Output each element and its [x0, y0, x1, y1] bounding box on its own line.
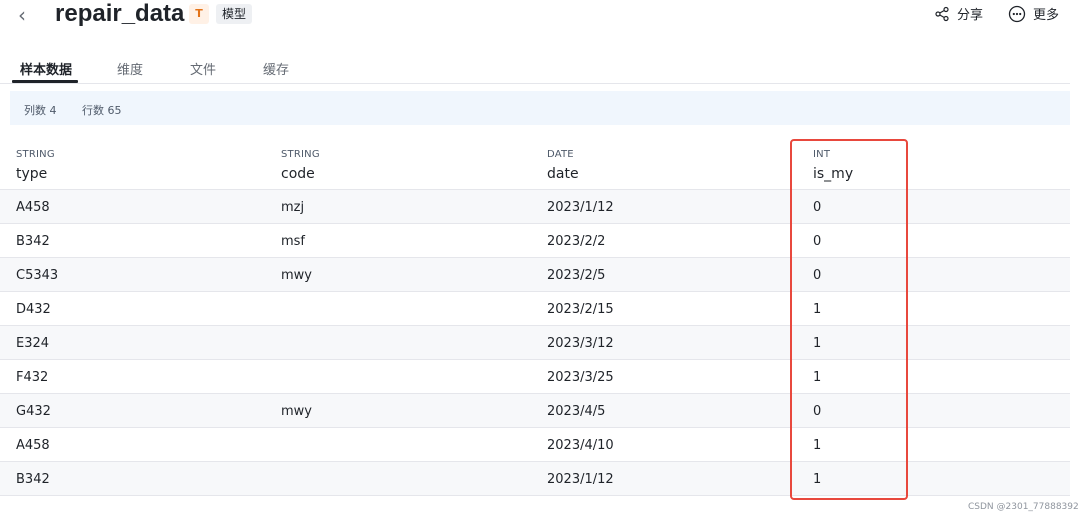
table-cell: 2023/1/12: [547, 472, 614, 487]
table-info-bar: 列数 4 行数 65: [10, 91, 1070, 125]
table-cell: 0: [813, 268, 822, 283]
tab-sample-data[interactable]: 样本数据: [20, 59, 72, 78]
tab-cache[interactable]: 缓存: [263, 59, 289, 78]
share-label: 分享: [957, 8, 984, 23]
table-cell: msf: [281, 234, 306, 249]
tab-bar: 样本数据 维度 文件 缓存: [0, 52, 1070, 84]
table-header: STRING type STRING code DATE date INT is…: [0, 140, 1070, 190]
column-type: DATE: [547, 149, 574, 160]
table-cell: 1: [813, 302, 822, 317]
table-cell: B342: [16, 234, 50, 249]
column-type: INT: [813, 149, 831, 160]
table-cell: 1: [813, 438, 822, 453]
table-cell: mzj: [281, 200, 305, 215]
table-row[interactable]: D432 2023/2/15 1: [0, 292, 1070, 326]
table-cell: mwy: [281, 268, 312, 283]
column-type: STRING: [16, 149, 55, 160]
column-name[interactable]: type: [16, 166, 47, 182]
table-cell: 2023/3/25: [547, 370, 614, 385]
watermark: CSDN @2301_77888392: [968, 502, 1079, 512]
table-cell: E324: [16, 336, 50, 351]
page-title: repair_data: [55, 0, 185, 27]
table-cell: A458: [16, 438, 50, 453]
table-cell: 2023/2/2: [547, 234, 606, 249]
table-row[interactable]: A458 mzj 2023/1/12 0: [0, 190, 1070, 224]
column-name[interactable]: date: [547, 166, 579, 182]
table-row[interactable]: B342 2023/1/12 1: [0, 462, 1070, 496]
table-cell: 2023/1/12: [547, 200, 614, 215]
table-row[interactable]: C5343 mwy 2023/2/5 0: [0, 258, 1070, 292]
type-badge: T: [189, 4, 209, 24]
page-header: ‹ repair_data T 模型 分享 更多: [0, 0, 1080, 34]
table-cell: 2023/2/5: [547, 268, 606, 283]
table-cell: G432: [16, 404, 51, 419]
table-row[interactable]: A458 2023/4/10 1: [0, 428, 1070, 462]
table-row[interactable]: B342 msf 2023/2/2 0: [0, 224, 1070, 258]
model-badge: 模型: [216, 4, 253, 24]
table-cell: 2023/2/15: [547, 302, 614, 317]
share-icon: [935, 6, 949, 21]
table-cell: A458: [16, 200, 50, 215]
table-row[interactable]: E324 2023/3/12 1: [0, 326, 1070, 360]
column-name[interactable]: code: [281, 166, 315, 182]
tab-files[interactable]: 文件: [190, 59, 216, 78]
table-cell: 2023/4/10: [547, 438, 614, 453]
table-row[interactable]: G432 mwy 2023/4/5 0: [0, 394, 1070, 428]
tab-dimensions[interactable]: 维度: [117, 59, 143, 78]
column-count: 列数 4: [24, 104, 57, 117]
more-label: 更多: [1033, 8, 1060, 23]
table-cell: 1: [813, 370, 822, 385]
column-type: STRING: [281, 149, 320, 160]
table-cell: 1: [813, 472, 822, 487]
more-icon: [1008, 5, 1026, 22]
active-tab-indicator: [12, 80, 78, 83]
table-row[interactable]: F432 2023/3/25 1: [0, 360, 1070, 394]
table-cell: 0: [813, 404, 822, 419]
more-button[interactable]: 更多: [1008, 4, 1059, 23]
table-cell: B342: [16, 472, 50, 487]
chevron-left-icon[interactable]: ‹: [18, 3, 26, 27]
table-cell: 2023/3/12: [547, 336, 614, 351]
table-cell: C5343: [16, 268, 59, 283]
row-count: 行数 65: [82, 104, 122, 117]
table-cell: mwy: [281, 404, 312, 419]
table-cell: 2023/4/5: [547, 404, 606, 419]
share-button[interactable]: 分享: [934, 4, 983, 23]
table-cell: 0: [813, 200, 822, 215]
table-cell: 0: [813, 234, 822, 249]
column-name[interactable]: is_my: [813, 166, 853, 182]
table-cell: F432: [16, 370, 49, 385]
table-cell: D432: [16, 302, 51, 317]
table-cell: 1: [813, 336, 822, 351]
